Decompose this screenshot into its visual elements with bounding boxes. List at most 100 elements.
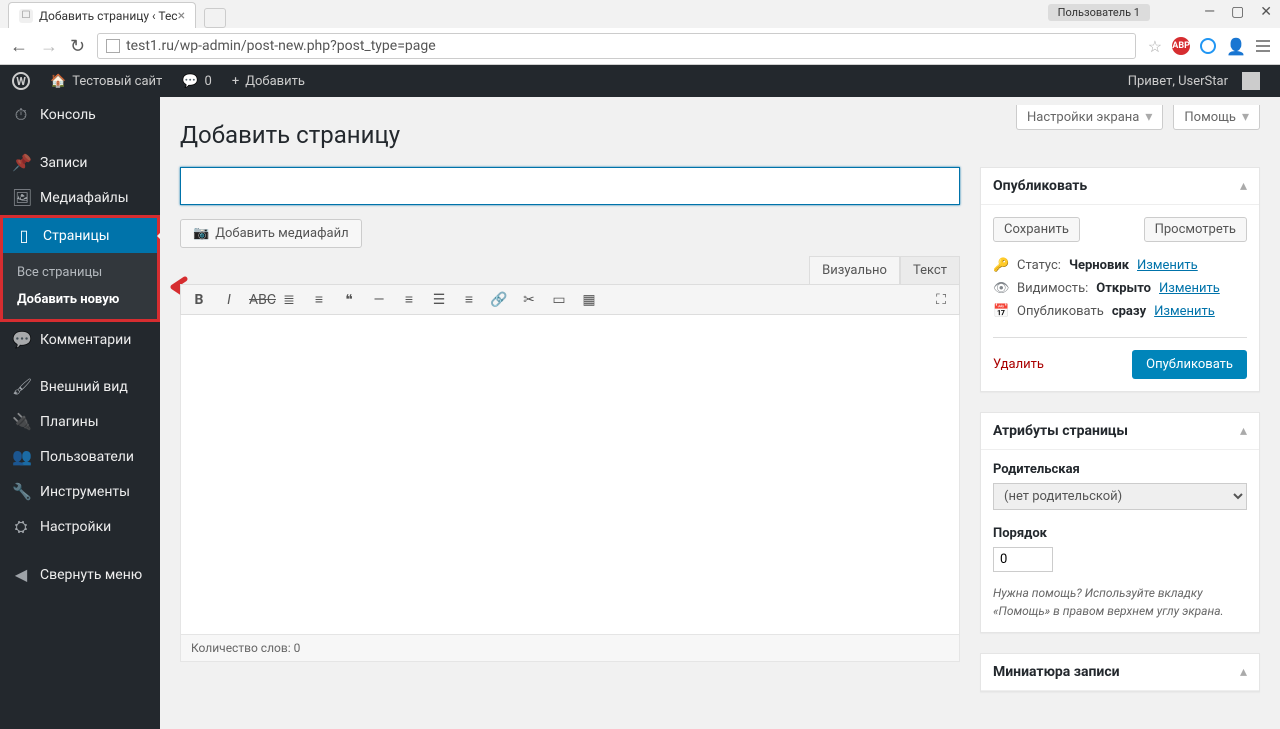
editor-toolbar: B I ABC ≣ ≡ ❝ — ≡ ☰ ≡ 🔗 ✂ ▭ ▦ ⛶ (180, 284, 960, 315)
profile-icon[interactable]: 👤 (1226, 37, 1246, 56)
publish-title: Опубликовать (993, 178, 1087, 194)
sidebar-item-label: Инструменты (40, 484, 130, 500)
back-button[interactable]: ← (10, 36, 28, 57)
profile-badge[interactable]: Пользователь 1 (1048, 4, 1150, 21)
box-toggle-icon[interactable]: ▴ (1240, 664, 1247, 680)
add-media-button[interactable]: 📷 Добавить медиафайл (180, 219, 362, 248)
page-attributes-box: Атрибуты страницы ▴ Родительская (нет род… (980, 412, 1260, 633)
schedule-value: сразу (1112, 304, 1146, 319)
sidebar-item-label: Пользователи (40, 449, 134, 465)
sidebar-sub-all-pages[interactable]: Все страницы (3, 259, 157, 286)
plus-icon: + (232, 74, 239, 89)
order-input[interactable] (993, 547, 1053, 572)
sidebar-item-settings[interactable]: ⛭Настройки (0, 509, 160, 545)
word-count: Количество слов: 0 (180, 635, 960, 662)
ol-icon[interactable]: ≡ (309, 291, 329, 308)
page-icon: ▯ (15, 226, 33, 245)
minimize-icon[interactable]: — (1204, 4, 1215, 20)
align-left-icon[interactable]: ≡ (399, 291, 419, 308)
publish-button[interactable]: Опубликовать (1132, 350, 1247, 379)
content-editor[interactable] (180, 315, 960, 635)
eye-icon: 👁 (993, 281, 1009, 296)
link-icon[interactable]: 🔗 (489, 292, 509, 308)
preview-button[interactable]: Просмотреть (1144, 217, 1247, 242)
align-right-icon[interactable]: ≡ (459, 291, 479, 308)
parent-select[interactable]: (нет родительской) (993, 483, 1247, 510)
chrome-menu-icon[interactable] (1256, 40, 1270, 52)
sidebar-item-label: Консоль (40, 107, 96, 123)
address-bar[interactable]: test1.ru/wp-admin/post-new.php?post_type… (97, 33, 1136, 59)
sidebar-item-appearance[interactable]: 🖌Внешний вид (0, 369, 160, 404)
box-toggle-icon[interactable]: ▴ (1240, 178, 1247, 194)
edit-schedule-link[interactable]: Изменить (1154, 304, 1215, 319)
help-button[interactable]: Помощь▾ (1173, 105, 1260, 130)
home-icon: 🏠 (50, 74, 66, 89)
sidebar-item-label: Записи (40, 155, 88, 171)
browser-tab[interactable]: ☐ Добавить страницу ‹ Тес × (8, 2, 196, 28)
tab-visual[interactable]: Визуально (809, 256, 900, 285)
comments-link[interactable]: 💬0 (182, 74, 212, 89)
sidebar-item-posts[interactable]: 📌 Записи (0, 145, 160, 180)
user-greeting[interactable]: Привет, UserStar (1128, 72, 1268, 90)
pin-icon: 📌 (12, 153, 30, 172)
new-content-link[interactable]: + Добавить (232, 74, 305, 89)
sidebar-item-plugins[interactable]: 🔌Плагины (0, 404, 160, 439)
sidebar-item-users[interactable]: 👥Пользователи (0, 439, 160, 474)
italic-icon[interactable]: I (219, 292, 239, 308)
sidebar-item-tools[interactable]: 🔧Инструменты (0, 474, 160, 509)
parent-label: Родительская (993, 462, 1247, 477)
new-tab-button[interactable] (204, 8, 226, 28)
tab-text[interactable]: Текст (900, 256, 960, 285)
abp-icon[interactable]: ABP (1172, 37, 1190, 55)
site-name: Тестовый сайт (72, 74, 162, 89)
screen-options-button[interactable]: Настройки экрана ▾ (1016, 105, 1163, 130)
attributes-title: Атрибуты страницы (993, 423, 1128, 439)
sidebar-item-media[interactable]: 🖼Медиафайлы (0, 180, 160, 215)
visibility-label: Видимость: (1017, 281, 1088, 296)
box-toggle-icon[interactable]: ▴ (1240, 423, 1247, 439)
url-text: test1.ru/wp-admin/post-new.php?post_type… (126, 38, 436, 54)
unlink-icon[interactable]: ✂ (519, 292, 539, 308)
dashboard-icon: ⏱ (12, 105, 30, 125)
more-icon[interactable]: ▭ (549, 292, 569, 308)
sidebar-item-collapse[interactable]: ◀Свернуть меню (0, 557, 160, 592)
site-link[interactable]: 🏠 Тестовый сайт (50, 74, 162, 89)
bookmark-icon[interactable]: ☆ (1148, 37, 1162, 56)
fullscreen-icon[interactable]: ⛶ (931, 292, 951, 308)
save-draft-button[interactable]: Сохранить (993, 217, 1080, 242)
sidebar-item-dashboard[interactable]: ⏱ Консоль (0, 97, 160, 133)
ul-icon[interactable]: ≣ (279, 292, 299, 308)
greeting-text: Привет, UserStar (1128, 74, 1228, 89)
sidebar-item-comments[interactable]: 💬 Комментарии (0, 322, 160, 357)
wordpress-icon: W (12, 72, 30, 90)
favicon: ☐ (19, 9, 33, 23)
forward-button[interactable]: → (40, 36, 58, 57)
new-label: Добавить (245, 74, 305, 89)
sidebar-sub-add-page[interactable]: Добавить новую (3, 286, 157, 313)
sidebar-item-pages[interactable]: ▯Страницы (3, 218, 157, 253)
sidebar-item-label: Комментарии (40, 332, 131, 348)
toolbar-toggle-icon[interactable]: ▦ (579, 292, 599, 308)
thumbnail-title: Миниатюра записи (993, 664, 1120, 680)
reload-button[interactable]: ↻ (70, 36, 85, 57)
maximize-icon[interactable]: ▢ (1231, 4, 1244, 20)
collapse-icon: ◀ (12, 565, 30, 584)
edit-status-link[interactable]: Изменить (1137, 258, 1198, 273)
close-window-icon[interactable]: ✕ (1260, 4, 1272, 20)
wp-logo[interactable]: W (12, 72, 30, 90)
post-title-input[interactable] (180, 167, 960, 205)
close-tab-icon[interactable]: × (178, 8, 185, 24)
hr-icon[interactable]: — (369, 292, 389, 308)
comment-icon: 💬 (12, 330, 30, 349)
extension-icon[interactable] (1200, 38, 1216, 54)
strike-icon[interactable]: ABC (249, 292, 269, 308)
chevron-down-icon: ▾ (1145, 109, 1152, 125)
delete-link[interactable]: Удалить (993, 357, 1044, 372)
bold-icon[interactable]: B (189, 292, 209, 308)
edit-visibility-link[interactable]: Изменить (1159, 281, 1220, 296)
quote-icon[interactable]: ❝ (339, 292, 359, 308)
add-media-label: Добавить медиафайл (215, 226, 348, 241)
align-center-icon[interactable]: ☰ (429, 292, 449, 308)
screen-options-label: Настройки экрана (1027, 110, 1139, 125)
camera-icon: 📷 (193, 226, 209, 241)
